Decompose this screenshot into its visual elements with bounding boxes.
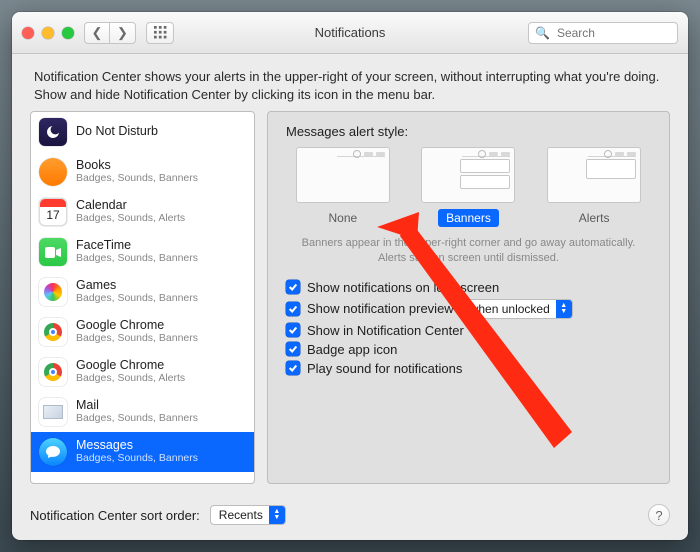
back-button[interactable]: ❮	[84, 22, 110, 44]
sort-order-label: Notification Center sort order:	[30, 508, 200, 523]
games-icon	[39, 278, 67, 306]
sort-order-select[interactable]: Recents ▲▼	[210, 505, 286, 525]
nav-buttons: ❮ ❯	[84, 22, 136, 44]
app-list[interactable]: Do Not Disturb Books Badges, Sounds, Ban…	[30, 111, 255, 484]
check-label: Show notifications on lock screen	[307, 280, 499, 295]
sidebar-item-sub: Badges, Sounds, Banners	[76, 293, 198, 305]
sidebar-item-sub: Badges, Sounds, Banners	[76, 173, 198, 185]
calendar-icon: 17	[39, 198, 67, 226]
checkbox-icon	[286, 280, 300, 294]
alert-style-label: Alerts	[571, 209, 618, 227]
sidebar-item-label: Messages	[76, 439, 198, 453]
alert-style-heading: Messages alert style:	[286, 124, 655, 139]
facetime-icon	[39, 238, 67, 266]
window-controls	[22, 27, 74, 39]
check-label: Play sound for notifications	[307, 361, 462, 376]
checkbox-icon	[286, 361, 300, 375]
check-label: Show notification preview	[307, 301, 454, 316]
minimize-icon[interactable]	[42, 27, 54, 39]
search-input[interactable]	[555, 25, 671, 41]
forward-button[interactable]: ❯	[110, 22, 136, 44]
sidebar-item-chrome-1[interactable]: Google Chrome Badges, Sounds, Banners	[31, 312, 254, 352]
sidebar-item-sub: Badges, Sounds, Alerts	[76, 213, 185, 225]
check-preview[interactable]: Show notification preview when unlocked …	[286, 299, 655, 319]
sidebar-item-facetime[interactable]: FaceTime Badges, Sounds, Banners	[31, 232, 254, 272]
sidebar-item-sub: Badges, Sounds, Banners	[76, 413, 198, 425]
show-all-button[interactable]	[146, 22, 174, 44]
select-value: Recents	[219, 508, 263, 522]
sidebar-item-mail[interactable]: Mail Badges, Sounds, Banners	[31, 392, 254, 432]
notifications-prefpane-window: ❮ ❯ Notifications 🔍 Notification Center …	[12, 12, 688, 540]
messages-icon	[39, 438, 67, 466]
grid-icon	[154, 26, 167, 39]
check-label: Badge app icon	[307, 342, 397, 357]
checkbox-icon	[286, 323, 300, 337]
search-field[interactable]: 🔍	[528, 22, 678, 44]
sidebar-item-do-not-disturb[interactable]: Do Not Disturb	[31, 112, 254, 152]
stepper-arrows-icon: ▲▼	[556, 300, 572, 318]
chrome-icon	[39, 358, 67, 386]
sidebar-item-label: Mail	[76, 399, 198, 413]
sidebar-item-label: FaceTime	[76, 239, 198, 253]
footer: Notification Center sort order: Recents …	[12, 496, 688, 540]
books-icon	[39, 158, 67, 186]
alert-style-alerts[interactable]: Alerts	[547, 147, 641, 227]
checkbox-icon	[286, 342, 300, 356]
sidebar-item-label: Google Chrome	[76, 319, 198, 333]
alert-style-label: None	[320, 209, 365, 227]
check-notification-center[interactable]: Show in Notification Center	[286, 323, 655, 338]
sidebar-item-calendar[interactable]: 17 Calendar Badges, Sounds, Alerts	[31, 192, 254, 232]
sidebar-item-sub: Badges, Sounds, Banners	[76, 253, 198, 265]
alert-preview-none	[296, 147, 390, 203]
alert-preview-alerts	[547, 147, 641, 203]
close-icon[interactable]	[22, 27, 34, 39]
preview-select[interactable]: when unlocked ▲▼	[461, 299, 573, 319]
alert-preview-banners	[421, 147, 515, 203]
help-button[interactable]: ?	[648, 504, 670, 526]
mail-icon	[39, 398, 67, 426]
sidebar-item-books[interactable]: Books Badges, Sounds, Banners	[31, 152, 254, 192]
alert-style-label: Banners	[438, 209, 499, 227]
sidebar-item-sub: Badges, Sounds, Alerts	[76, 373, 185, 385]
intro-text: Notification Center shows your alerts in…	[12, 54, 688, 111]
sidebar-item-sub: Badges, Sounds, Banners	[76, 453, 198, 465]
content-area: Do Not Disturb Books Badges, Sounds, Ban…	[12, 111, 688, 496]
stepper-arrows-icon: ▲▼	[269, 506, 285, 524]
check-label: Show in Notification Center	[307, 323, 464, 338]
sidebar-item-games[interactable]: Games Badges, Sounds, Banners	[31, 272, 254, 312]
alert-style-description: Banners appear in the upper-right corner…	[292, 236, 645, 266]
sidebar-item-label: Do Not Disturb	[76, 125, 158, 139]
search-icon: 🔍	[535, 26, 550, 40]
sidebar-item-label: Games	[76, 279, 198, 293]
sidebar-item-messages[interactable]: Messages Badges, Sounds, Banners	[31, 432, 254, 472]
question-icon: ?	[655, 508, 662, 523]
settings-panel: Messages alert style: None Banners	[267, 111, 670, 484]
zoom-icon[interactable]	[62, 27, 74, 39]
sidebar-item-sub: Badges, Sounds, Banners	[76, 333, 198, 345]
sidebar-item-label: Books	[76, 159, 198, 173]
moon-icon	[39, 118, 67, 146]
sidebar-item-chrome-2[interactable]: Google Chrome Badges, Sounds, Alerts	[31, 352, 254, 392]
alert-style-banners[interactable]: Banners	[421, 147, 515, 227]
checkbox-icon	[286, 302, 300, 316]
alert-style-options: None Banners Alerts	[284, 147, 653, 227]
sidebar-item-label: Google Chrome	[76, 359, 185, 373]
alert-style-none[interactable]: None	[296, 147, 390, 227]
notification-checkboxes: Show notifications on lock screen Show n…	[282, 280, 655, 376]
check-lock-screen[interactable]: Show notifications on lock screen	[286, 280, 655, 295]
check-sound[interactable]: Play sound for notifications	[286, 361, 655, 376]
select-value: when unlocked	[470, 302, 550, 316]
titlebar: ❮ ❯ Notifications 🔍	[12, 12, 688, 54]
chrome-icon	[39, 318, 67, 346]
sidebar-item-label: Calendar	[76, 199, 185, 213]
check-badge[interactable]: Badge app icon	[286, 342, 655, 357]
